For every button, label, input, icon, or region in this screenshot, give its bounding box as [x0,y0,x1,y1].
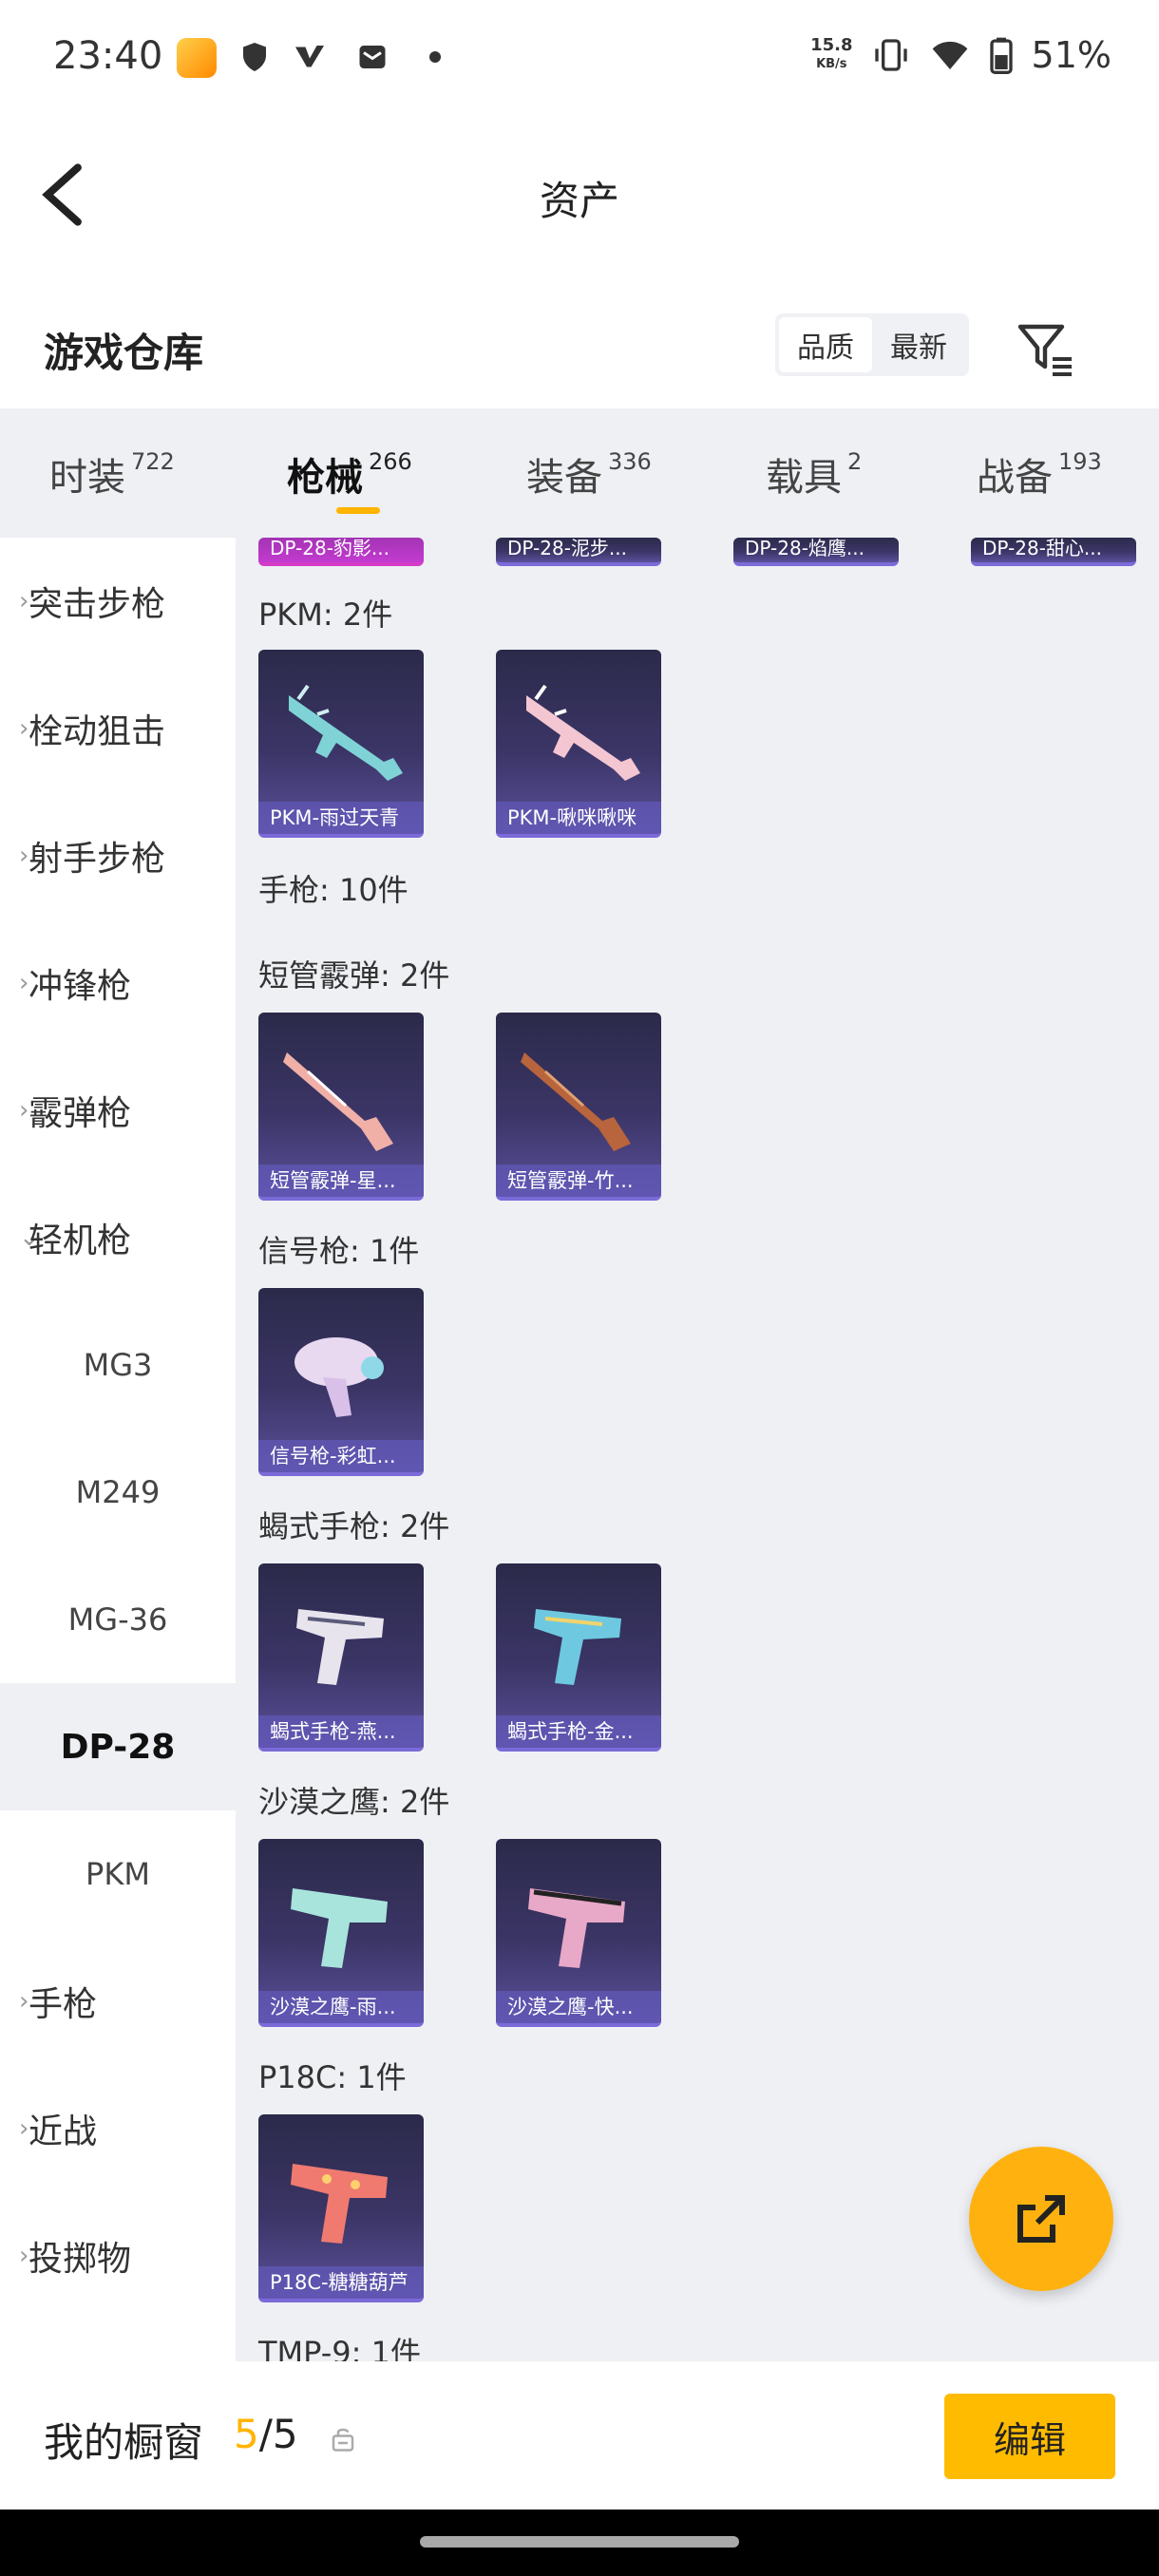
item-card[interactable]: P18C-糖糖葫芦 [258,2114,424,2302]
sidebar-subitem-pkm[interactable]: PKM [0,1810,236,1938]
item-card[interactable]: DP-28-焰鹰... [733,538,899,566]
chevron-right-icon: › [19,2114,29,2143]
chevron-right-icon: › [19,714,29,743]
item-card[interactable]: DP-28-甜心... [971,538,1136,566]
item-card[interactable]: 沙漠之鹰-雨... [258,1839,424,2027]
sidebar-item-melee[interactable]: › 近战 [0,2065,236,2192]
sidebar-item-assault-rifle[interactable]: › 突击步枪 [0,538,236,665]
shotgun-icon [521,1052,631,1151]
tab-weapons[interactable]: 枪械 266 [287,446,412,502]
warehouse-header: 游戏仓库 品质 最新 [0,294,1159,399]
pistol-icon [528,1888,625,1968]
group-title: 手枪: 10件 [258,872,408,908]
item-card[interactable]: 短管霰弹-星... [258,1013,424,1201]
category-tabs: 时装 722 枪械 266 装备 336 载具 2 战备 193 [0,408,1159,538]
dot-icon [429,51,441,63]
item-card[interactable]: 短管霰弹-竹... [496,1013,661,1201]
sidebar-subitem-m249[interactable]: M249 [0,1429,236,1556]
sidebar-item-smg[interactable]: › 冲锋枪 [0,919,236,1047]
battery-icon [989,37,1013,74]
status-time: 23:40 [53,34,163,78]
shotgun-icon [283,1052,393,1151]
sidebar-subitem-mg36[interactable]: MG-36 [0,1556,236,1683]
chevron-right-icon: › [19,1987,29,2016]
machine-gun-icon [289,684,403,781]
item-card[interactable]: 信号枪-彩虹... [258,1288,424,1476]
section-title: 游戏仓库 [44,330,204,376]
smg-pistol-icon [534,1609,621,1685]
pistol-icon [291,2164,388,2244]
group-title: 信号枪: 1件 [258,1233,420,1269]
home-gesture-handle[interactable] [420,2536,739,2548]
filter-icon[interactable] [1015,317,1075,378]
item-grid-area: DP-28-豹影... DP-28-泥步... DP-28-焰鹰... DP-2… [236,538,1159,2361]
system-nav-bar [0,2510,1159,2576]
status-bar: 23:40 15.8 KB/s 51% [0,0,1159,114]
share-button[interactable] [969,2147,1113,2291]
sidebar-subitem-dp28[interactable]: DP-28 [0,1683,236,1810]
sidebar-item-shotgun[interactable]: › 霰弹枪 [0,1047,236,1174]
sort-toggle: 品质 最新 [775,313,969,376]
app-header: 资产 [0,142,1159,247]
chevron-right-icon: › [19,842,29,870]
sidebar-item-marksman-rifle[interactable]: › 射手步枪 [0,792,236,919]
pistol-icon [291,1888,388,1968]
item-card[interactable]: 蝎式手枪-金... [496,1563,661,1752]
group-title: TMP-9: 1件 [258,2335,421,2361]
showcase-bar: 我的橱窗 5/5 编辑 [0,2361,1159,2510]
flare-gun-icon [294,1337,384,1417]
mail-icon [359,46,386,68]
sort-newest-option[interactable]: 最新 [872,317,965,372]
page-title: 资产 [539,178,619,224]
sidebar-item-pistol[interactable]: › 手枪 [0,1938,236,2065]
lock-icon [332,2428,354,2452]
active-tab-indicator [336,507,380,514]
sort-quality-option[interactable]: 品质 [779,317,872,372]
item-card[interactable]: 沙漠之鹰-快... [496,1839,661,2027]
chevron-right-icon: › [19,2242,29,2270]
battery-percent: 51% [1031,34,1112,76]
net-speed: 15.8 KB/s [810,35,853,72]
tab-tactical[interactable]: 战备 193 [977,446,1102,502]
sidebar-item-lmg[interactable]: ⌄ 轻机枪 [0,1174,236,1301]
group-title: 短管霰弹: 2件 [258,957,450,994]
tab-equipment[interactable]: 装备 336 [526,446,652,502]
chevron-down-icon: ⌄ [19,1223,40,1252]
item-card[interactable]: PKM-啾咪啾咪 [496,650,661,838]
shield-icon [243,43,266,71]
app-notification-icon [177,38,217,78]
item-card[interactable]: PKM-雨过天青 [258,650,424,838]
item-card[interactable]: DP-28-豹影... [258,538,424,566]
group-title: P18C: 1件 [258,2059,407,2095]
weapon-category-sidebar: › 突击步枪 › 栓动狙击 › 射手步枪 › 冲锋枪 › 霰弹枪 ⌄ 轻机枪 MG3 M24… [0,538,236,2361]
tab-vehicles[interactable]: 载具 2 [766,446,862,502]
sidebar-item-throwable[interactable]: › 投掷物 [0,2192,236,2320]
chevron-right-icon: › [19,969,29,997]
tab-fashion[interactable]: 时装 722 [49,446,175,502]
sidebar-item-bolt-sniper[interactable]: › 栓动狙击 [0,665,236,792]
showcase-count: 5/5 [234,2411,298,2457]
chevron-right-icon: › [19,1096,29,1125]
sidebar-subitem-mg3[interactable]: MG3 [0,1301,236,1429]
smg-pistol-icon [296,1609,384,1685]
edit-button[interactable]: 编辑 [944,2394,1115,2479]
showcase-label: 我的橱窗 [44,2419,204,2466]
wifi-icon [932,41,967,69]
group-title: PKM: 2件 [258,597,393,633]
v-logo-icon [295,46,324,67]
chevron-right-icon: › [19,587,29,616]
machine-gun-icon [526,684,640,781]
vibrate-icon [874,39,907,71]
item-card[interactable]: DP-28-泥步... [496,538,661,566]
group-title: 沙漠之鹰: 2件 [258,1784,450,1820]
group-title: 蝎式手枪: 2件 [258,1508,450,1544]
item-card[interactable]: 蝎式手枪-燕... [258,1563,424,1752]
external-link-icon [1017,2195,1065,2243]
